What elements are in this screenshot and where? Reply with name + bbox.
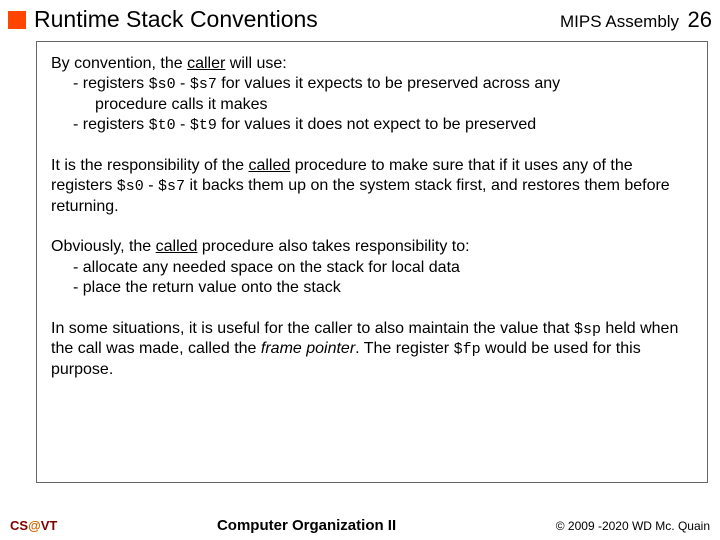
subject-label: MIPS Assembly [560,12,679,31]
text: - [176,116,190,133]
slide-title: Runtime Stack Conventions [34,6,318,33]
paragraph-2: It is the responsibility of the called p… [51,156,693,217]
called-underline: called [248,157,290,174]
page-number: 26 [688,7,712,32]
called-underline: called [156,238,198,255]
p3-line1: Obviously, the called procedure also tak… [51,237,693,257]
reg-t9: $t9 [190,117,217,134]
text: By convention, the [51,55,187,72]
p1-line1: By convention, the caller will use: [51,54,693,74]
text: - registers [73,116,149,133]
bullet-1: - registers $s0 - $s7 for values it expe… [73,74,693,94]
title-group: Runtime Stack Conventions [8,6,318,33]
caller-underline: caller [187,55,225,72]
footer-right: © 2009 -2020 WD Mc. Quain [556,519,710,533]
text: - [176,75,190,92]
reg-fp: $fp [454,341,481,358]
text: procedure also takes responsibility to: [197,238,469,255]
reg-s0: $s0 [149,76,176,93]
frame-pointer-term: frame pointer [261,340,355,357]
slide-footer: CS@VT Computer Organization II © 2009 -2… [0,517,720,534]
header-right: MIPS Assembly 26 [560,7,712,33]
text: Obviously, the [51,238,156,255]
footer-center: Computer Organization II [217,517,396,534]
footer-at: @ [28,518,41,533]
text: will use: [225,55,286,72]
slide-header: Runtime Stack Conventions MIPS Assembly … [0,0,720,37]
paragraph-1: By convention, the caller will use: - re… [51,54,693,136]
reg-t0: $t0 [149,117,176,134]
bullet-3: - allocate any needed space on the stack… [73,258,693,278]
paragraph-4: In some situations, it is useful for the… [51,319,693,380]
reg-s7: $s7 [158,178,185,195]
reg-s7: $s7 [190,76,217,93]
footer-left: CS@VT [10,518,57,533]
paragraph-3: Obviously, the called procedure also tak… [51,237,693,298]
bullet-2: - registers $t0 - $t9 for values it does… [73,115,693,135]
text: It is the responsibility of the [51,157,248,174]
footer-cs: CS [10,518,28,533]
text: - [144,177,158,194]
text: In some situations, it is useful for the… [51,320,574,337]
text: . The register [355,340,453,357]
text: for values it expects to be preserved ac… [217,75,560,92]
accent-square-icon [8,11,26,29]
text: - registers [73,75,149,92]
footer-vt: VT [41,518,58,533]
reg-sp: $sp [574,321,601,338]
slide-body: By convention, the caller will use: - re… [36,41,708,483]
text: for values it does not expect to be pres… [217,116,536,133]
slide: Runtime Stack Conventions MIPS Assembly … [0,0,720,540]
reg-s0: $s0 [117,178,144,195]
bullet-4: - place the return value onto the stack [73,278,693,298]
bullet-1-cont: procedure calls it makes [95,95,693,115]
